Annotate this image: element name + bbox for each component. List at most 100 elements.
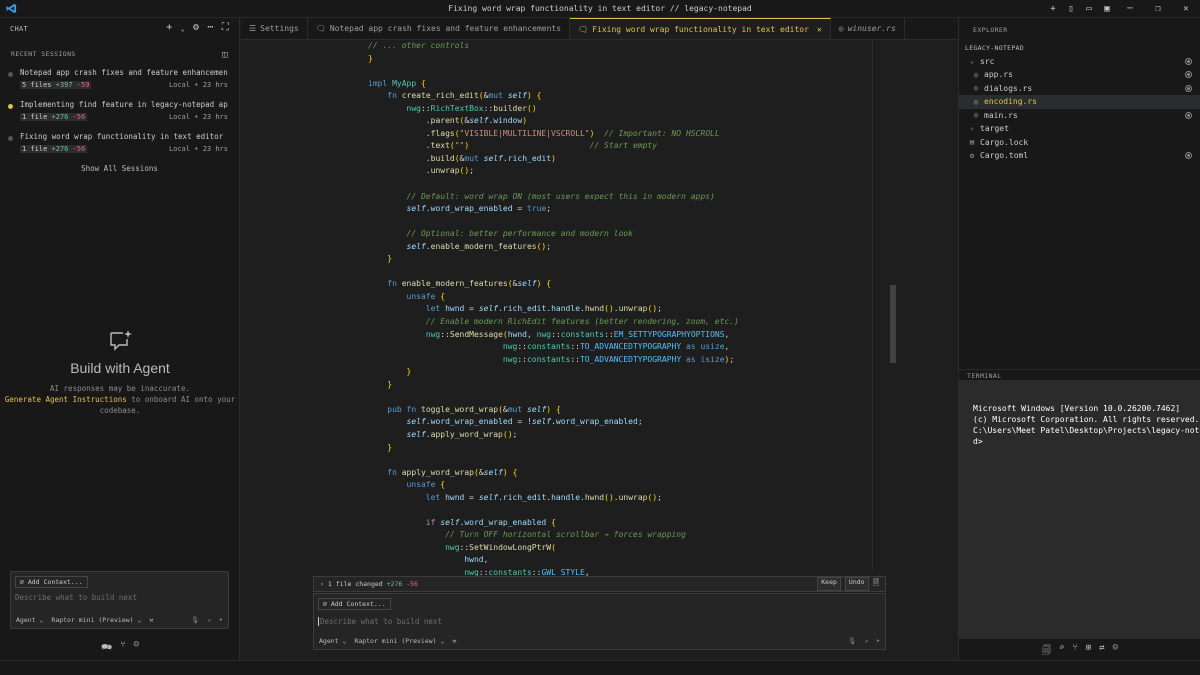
editor-chat-input[interactable]: Describe what to build next	[318, 617, 885, 626]
code-line[interactable]: }	[368, 366, 739, 379]
mode-dropdown[interactable]: Agent ⌄	[16, 616, 43, 624]
tree-item[interactable]: ⚙ Cargo.toml	[959, 149, 1200, 163]
code-line[interactable]: .parent(&self.window)	[368, 115, 739, 128]
chat-view-icon[interactable]: 🗪	[101, 640, 112, 656]
model-dropdown[interactable]: Raptor mini (Preview) ⌄	[51, 616, 141, 624]
add-context-button[interactable]: ⌀ Add Context...	[15, 576, 88, 588]
copilot-icon[interactable]: ☺	[1113, 643, 1118, 659]
session-item[interactable]: Fixing word wrap functionality in text e…	[0, 130, 239, 162]
copilot-icon[interactable]: ☺	[134, 640, 139, 656]
forward-icon[interactable]: ↗	[864, 637, 868, 645]
project-root[interactable]: LEGACY-NOTEPAD	[959, 41, 1200, 55]
code-line[interactable]: ​	[368, 454, 739, 467]
code-line[interactable]: fn create_rich_edit(&mut self) {	[368, 90, 739, 103]
code-line[interactable]: fn enable_modern_features(&self) {	[368, 278, 739, 291]
code-line[interactable]: // Optional: better performance and mode…	[368, 228, 739, 241]
code-line[interactable]: .build(&mut self.rich_edit)	[368, 153, 739, 166]
extensions-icon[interactable]: ⊞	[1086, 643, 1091, 659]
chat-input-box[interactable]: ⌀ Add Context... Describe what to build …	[10, 571, 229, 629]
code-line[interactable]: nwg::RichTextBox::builder()	[368, 103, 739, 116]
expand-chevron-icon[interactable]: ›	[320, 580, 324, 588]
session-item[interactable]: Notepad app crash fixes and feature enha…	[0, 66, 239, 98]
toggle-panel-icon[interactable]: ▯	[1062, 4, 1080, 14]
code-line[interactable]: nwg::SetWindowLongPtrW(	[368, 542, 739, 555]
send-icon[interactable]: ➤	[219, 616, 223, 624]
code-line[interactable]: fn apply_word_wrap(&self) {	[368, 467, 739, 480]
code-line[interactable]: nwg::SendMessage(hwnd, nwg::constants::E…	[368, 329, 739, 342]
show-all-sessions-link[interactable]: Show All Sessions	[0, 164, 239, 173]
tree-item[interactable]: ⌄ src	[959, 55, 1200, 69]
code-line[interactable]: pub fn toggle_word_wrap(&mut self) {	[368, 404, 739, 417]
run-debug-icon[interactable]: ⇄	[1099, 643, 1104, 659]
code-editor[interactable]: // ... other controls}​impl MyApp { fn c…	[241, 40, 958, 660]
code-line[interactable]: }	[368, 253, 739, 266]
layout-icon[interactable]: ▭	[1080, 4, 1098, 14]
code-line[interactable]: // Default: word wrap ON (most users exp…	[368, 191, 739, 204]
editor-add-context-button[interactable]: ⌀ Add Context...	[318, 598, 391, 610]
code-line[interactable]: ​	[368, 391, 739, 404]
tree-item[interactable]: › target	[959, 122, 1200, 136]
code-line[interactable]: ​	[368, 504, 739, 517]
code-line[interactable]: nwg::constants::TO_ADVANCEDTYPOGRAPHY as…	[368, 354, 739, 367]
code-line[interactable]: unsafe {	[368, 291, 739, 304]
editor-scrollbar[interactable]	[890, 285, 896, 363]
editor-mode-dropdown[interactable]: Agent ⌄	[319, 637, 346, 645]
new-chat-icon[interactable]: +	[166, 22, 172, 36]
code-line[interactable]: }	[368, 442, 739, 455]
tab-2[interactable]: 🗨︎ Fixing word wrap functionality in text…	[570, 18, 831, 39]
tree-item[interactable]: ◎ encoding.rs	[959, 95, 1200, 109]
terminal-output[interactable]: Microsoft Windows [Version 10.0.26200.74…	[959, 380, 1200, 639]
code-line[interactable]: }	[368, 379, 739, 392]
diff-file-icon[interactable]: 🗎	[873, 577, 879, 591]
code-line[interactable]: .text("") // Start empty	[368, 140, 739, 153]
tools-icon[interactable]: ⚒	[452, 637, 456, 645]
sessions-layout-icon[interactable]: ◫	[222, 50, 228, 60]
code-line[interactable]: .flags("VISIBLE|MULTILINE|VSCROLL") // I…	[368, 128, 739, 141]
close-tab-icon[interactable]: ✕	[817, 25, 822, 34]
search-icon[interactable]: ⌕	[1059, 643, 1064, 659]
code-line[interactable]: unsafe {	[368, 479, 739, 492]
generate-instructions-link[interactable]: Generate Agent Instructions	[5, 395, 127, 404]
editor-chat-input-box[interactable]: ⌀ Add Context... Describe what to build …	[313, 593, 886, 650]
code-line[interactable]: // Enable modern RichEdit features (bett…	[368, 316, 739, 329]
tree-item[interactable]: ◎ main.rs	[959, 109, 1200, 123]
chevron-down-icon[interactable]: ⌄	[181, 22, 186, 36]
tree-item[interactable]: ◎ dialogs.rs	[959, 82, 1200, 96]
code-line[interactable]: ​	[368, 266, 739, 279]
code-line[interactable]: let hwnd = self.rich_edit.handle.hwnd().…	[368, 492, 739, 505]
tab-0[interactable]: ☰ Settings	[241, 18, 308, 39]
minimize-button[interactable]: ─	[1116, 4, 1144, 14]
code-line[interactable]: nwg::constants::TO_ADVANCEDTYPOGRAPHY as…	[368, 341, 739, 354]
more-icon[interactable]: ⋯	[207, 22, 213, 36]
code-line[interactable]: self.enable_modern_features();	[368, 241, 739, 254]
code-line[interactable]: let hwnd = self.rich_edit.handle.hwnd().…	[368, 303, 739, 316]
tree-item[interactable]: ◎ app.rs	[959, 68, 1200, 82]
undo-button[interactable]: Undo	[844, 577, 869, 591]
code-line[interactable]: hwnd,	[368, 554, 739, 567]
keep-button[interactable]: Keep	[817, 577, 841, 591]
session-item[interactable]: Implementing find feature in legacy-note…	[0, 98, 239, 130]
forward-icon[interactable]: ↗	[207, 616, 211, 624]
gear-icon[interactable]: ⚙	[193, 22, 199, 36]
code-line[interactable]: }	[368, 53, 739, 66]
code-line[interactable]: ​	[368, 178, 739, 191]
tree-item[interactable]: ▤ Cargo.lock	[959, 136, 1200, 150]
code-line[interactable]: .unwrap();	[368, 165, 739, 178]
tools-icon[interactable]: ⚒	[149, 616, 153, 624]
microphone-icon[interactable]: 🎙︎	[191, 616, 199, 624]
code-line[interactable]: self.apply_word_wrap();	[368, 429, 739, 442]
microphone-icon[interactable]: 🎙︎	[848, 637, 856, 645]
code-line[interactable]: ​	[368, 65, 739, 78]
code-line[interactable]: self.word_wrap_enabled = !self.word_wrap…	[368, 416, 739, 429]
sidebar-icon[interactable]: ▣	[1098, 4, 1116, 14]
source-control-icon[interactable]: ⑂	[120, 640, 125, 656]
tab-3[interactable]: ◎ winuser.rs	[831, 18, 905, 39]
close-button[interactable]: ✕	[1172, 4, 1200, 14]
tab-1[interactable]: 🗨︎ Notepad app crash fixes and feature en…	[308, 18, 571, 39]
code-content[interactable]: // ... other controls}​impl MyApp { fn c…	[368, 40, 739, 580]
maximize-button[interactable]: ❐	[1144, 4, 1172, 14]
chat-input[interactable]: Describe what to build next	[15, 593, 228, 602]
add-icon[interactable]: +	[1044, 4, 1062, 14]
code-line[interactable]: impl MyApp {	[368, 78, 739, 91]
explorer-icon[interactable]: 🗐	[1042, 643, 1051, 659]
